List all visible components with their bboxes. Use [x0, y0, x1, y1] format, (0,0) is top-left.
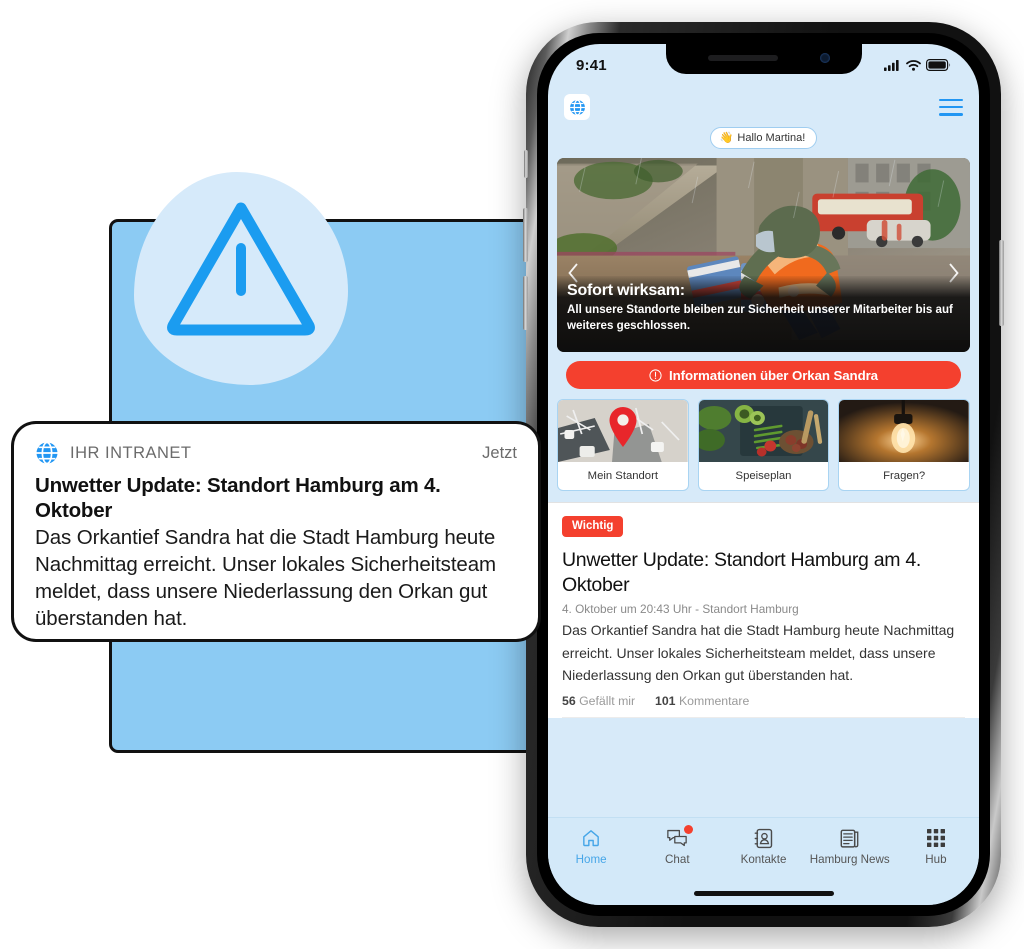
- tab-label: Kontakte: [740, 853, 787, 866]
- home-icon: [581, 827, 601, 849]
- status-badge: Wichtig: [562, 516, 624, 537]
- notification-body: Das Orkantief Sandra hat die Stadt Hambu…: [35, 526, 496, 630]
- storm-info-button[interactable]: Informationen über Orkan Sandra: [566, 361, 961, 389]
- phone-screen: 9:41 👋 Hallo Martina! Sofort wirksam: Al…: [548, 44, 979, 905]
- tab-home[interactable]: Home: [548, 827, 634, 866]
- feed-post-meta: 4. Oktober um 20:43 Uhr - Standort Hambu…: [562, 602, 799, 616]
- phone-notch: [665, 44, 862, 74]
- tile-image-lightbulb: [839, 400, 970, 462]
- hero-caption: Sofort wirksam: All unsere Standorte ble…: [557, 276, 970, 352]
- greeting-text: Hallo Martina!: [737, 131, 806, 144]
- notification-header: IHR INTRANET Jetzt: [35, 440, 517, 466]
- phone-device: 9:41 👋 Hallo Martina! Sofort wirksam: Al…: [523, 22, 1004, 927]
- volume-up-button[interactable]: [523, 208, 528, 262]
- app-header: [548, 86, 979, 122]
- notification-app-name: IHR INTRANET: [70, 443, 192, 462]
- screenshot-root: IHR INTRANET Jetzt Unwetter Update: Stan…: [0, 0, 1024, 949]
- tab-hamburg-news[interactable]: Hamburg News: [807, 827, 893, 866]
- battery-full-icon: [926, 59, 951, 71]
- feed-spacer: [548, 491, 979, 502]
- greeting-pill[interactable]: 👋 Hallo Martina!: [709, 127, 818, 149]
- quick-tiles: Mein Standort Speiseplan Fragen?: [548, 389, 979, 491]
- storm-info-button-label: Informationen über Orkan Sandra: [669, 367, 878, 383]
- greeting-row: 👋 Hallo Martina!: [548, 127, 979, 149]
- push-notification[interactable]: IHR INTRANET Jetzt Unwetter Update: Stan…: [14, 424, 538, 639]
- tab-label: Chat: [665, 853, 690, 866]
- contacts-book-icon: [754, 827, 773, 849]
- feed-post[interactable]: Wichtig Unwetter Update: Standort Hambur…: [548, 502, 979, 718]
- chat-bubbles-icon: [666, 825, 694, 849]
- waving-hand-icon: 👋: [719, 132, 734, 144]
- likes-label[interactable]: Gefällt mir: [579, 694, 635, 708]
- wifi-icon: [906, 59, 921, 71]
- silent-switch[interactable]: [524, 150, 528, 178]
- lightbulb-photo: [839, 400, 970, 462]
- cta-container: Informationen über Orkan Sandra: [548, 352, 979, 389]
- globe-icon: [36, 441, 58, 465]
- feed-post-stats: 56 Gefällt mir 101 Kommentare: [562, 694, 965, 718]
- notification-timestamp: Jetzt: [482, 443, 517, 462]
- tab-kontakte[interactable]: Kontakte: [720, 827, 806, 866]
- vegetables-photo: [698, 400, 829, 462]
- signal-bars-icon: [884, 59, 899, 71]
- status-indicators: [884, 59, 951, 71]
- chat-unread-badge: [684, 825, 694, 834]
- feed-post-body: Das Orkantief Sandra hat die Stadt Hambu…: [562, 622, 955, 683]
- tile-image-map: [558, 400, 688, 462]
- globe-icon: [569, 98, 585, 116]
- earpiece-speaker: [707, 55, 778, 61]
- hamburger-menu-icon[interactable]: [939, 98, 963, 116]
- tab-hub[interactable]: Hub: [893, 827, 979, 866]
- hero-title: Sofort wirksam:: [567, 282, 685, 299]
- tab-label: Hamburg News: [809, 853, 890, 866]
- tile-image-food: [698, 400, 829, 462]
- hero-subtitle: All unsere Standorte bleiben zur Sicherh…: [567, 303, 953, 332]
- tile-label: Speiseplan: [735, 470, 792, 482]
- newspaper-icon: [839, 827, 860, 849]
- phone-bezel: 9:41 👋 Hallo Martina! Sofort wirksam: Al…: [537, 33, 990, 916]
- notification-title: Unwetter Update: Standort Hamburg am 4. …: [35, 474, 441, 522]
- hero-carousel[interactable]: Sofort wirksam: All unsere Standorte ble…: [557, 158, 970, 352]
- app-logo-button[interactable]: [564, 94, 590, 120]
- tile-mein-standort[interactable]: Mein Standort: [557, 399, 689, 491]
- tab-label: Hub: [925, 853, 947, 866]
- status-clock: 9:41: [576, 56, 607, 74]
- info-circle-icon: [649, 368, 662, 382]
- bottom-tab-bar: Home Chat Kontakte Hamburg News Hub: [548, 817, 979, 905]
- tile-label: Mein Standort: [587, 470, 658, 482]
- map-pin-icon: [609, 407, 637, 447]
- home-indicator[interactable]: [693, 891, 834, 896]
- grid-apps-icon: [926, 827, 945, 849]
- comments-count: 101: [654, 693, 676, 708]
- tile-label: Fragen?: [883, 470, 926, 482]
- tile-speiseplan[interactable]: Speiseplan: [697, 399, 830, 491]
- volume-down-button[interactable]: [523, 276, 528, 330]
- tile-fragen[interactable]: Fragen?: [838, 399, 971, 491]
- feed-post-title: Unwetter Update: Standort Hamburg am 4. …: [562, 549, 921, 596]
- comments-label[interactable]: Kommentare: [679, 694, 749, 708]
- tab-label: Home: [575, 853, 607, 866]
- power-button[interactable]: [999, 240, 1004, 326]
- tab-chat[interactable]: Chat: [634, 825, 720, 866]
- likes-count: 56: [562, 693, 576, 708]
- warning-triangle-icon: [167, 202, 315, 336]
- front-camera: [819, 53, 830, 63]
